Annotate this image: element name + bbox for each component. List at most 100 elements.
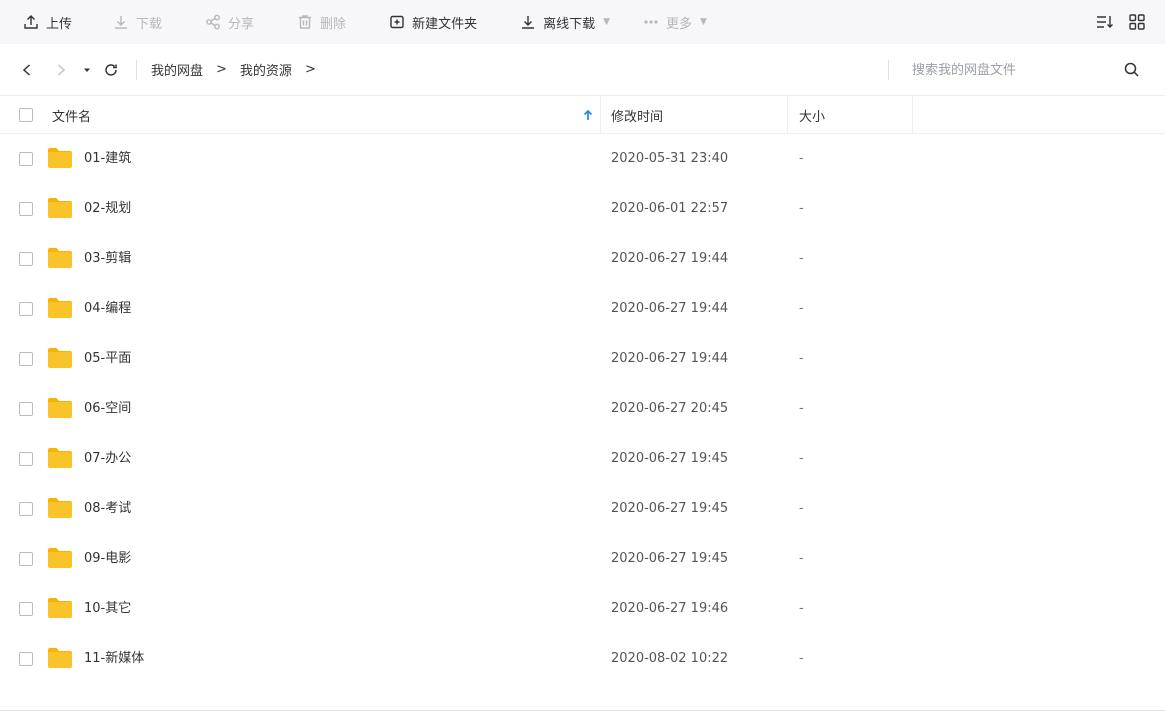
file-name[interactable]: 09-电影 — [84, 550, 131, 568]
more-button[interactable]: 更多 ▼ — [610, 0, 707, 44]
file-modified-time: 2020-06-27 19:45 — [611, 551, 729, 566]
file-size: - — [799, 301, 804, 316]
folder-icon — [47, 347, 73, 369]
upload-label: 上传 — [46, 16, 73, 32]
search-divider — [888, 60, 889, 80]
folder-icon — [47, 397, 73, 419]
row-checkbox[interactable] — [19, 152, 33, 166]
table-row[interactable]: 02-规划 2020-06-01 22:57 - — [0, 184, 1165, 234]
file-name[interactable]: 07-办公 — [84, 450, 131, 468]
file-name[interactable]: 01-建筑 — [84, 150, 131, 168]
table-row[interactable]: 08-考试 2020-06-27 19:45 - — [0, 484, 1165, 534]
breadcrumb-separator: > — [216, 62, 227, 77]
bottom-border — [0, 710, 1165, 711]
grid-view-icon[interactable] — [1127, 12, 1147, 32]
download-label: 下载 — [136, 16, 163, 32]
chevron-left-icon[interactable] — [18, 61, 36, 79]
download-button[interactable]: 下载 — [72, 0, 162, 44]
file-modified-time: 2020-05-31 23:40 — [611, 151, 729, 166]
download-icon — [112, 13, 130, 31]
file-name[interactable]: 02-规划 — [84, 200, 131, 218]
file-modified-time: 2020-06-27 19:45 — [611, 451, 729, 466]
breadcrumb-separator: > — [304, 62, 316, 77]
row-checkbox[interactable] — [19, 352, 33, 366]
folder-icon — [47, 297, 73, 319]
chevron-right-icon[interactable] — [52, 61, 70, 79]
sort-list-icon[interactable] — [1095, 12, 1115, 32]
file-size: - — [799, 651, 804, 666]
search-icon[interactable] — [1123, 61, 1141, 79]
upload-button[interactable]: 上传 — [0, 0, 72, 44]
breadcrumb-my-drive[interactable]: 我的网盘 — [151, 60, 203, 79]
table-row[interactable]: 06-空间 2020-06-27 20:45 - — [0, 384, 1165, 434]
file-size: - — [799, 501, 804, 516]
share-label: 分享 — [228, 16, 255, 32]
folder-icon — [47, 647, 73, 669]
row-checkbox[interactable] — [19, 252, 33, 266]
chevron-down-icon[interactable]: ▼ — [603, 17, 610, 27]
table-row[interactable]: 10-其它 2020-06-27 19:46 - — [0, 584, 1165, 634]
file-modified-time: 2020-06-27 19:46 — [611, 601, 729, 616]
column-header-modified[interactable]: 修改时间 — [611, 96, 663, 134]
share-icon — [204, 13, 222, 31]
upload-icon — [22, 13, 40, 31]
delete-button[interactable]: 删除 — [254, 0, 346, 44]
toolbar: 上传 下载 分享 删除 新建文件夹 离线下载 ▼ 更多 ▼ — [0, 0, 1165, 44]
row-checkbox[interactable] — [19, 452, 33, 466]
row-checkbox[interactable] — [19, 302, 33, 316]
file-name[interactable]: 08-考试 — [84, 500, 131, 518]
folder-icon — [47, 497, 73, 519]
file-name[interactable]: 05-平面 — [84, 350, 131, 368]
file-size: - — [799, 251, 804, 266]
new-folder-icon — [388, 13, 406, 31]
table-row[interactable]: 11-新媒体 2020-08-02 10:22 - — [0, 634, 1165, 684]
folder-icon — [47, 147, 73, 169]
file-name[interactable]: 06-空间 — [84, 400, 131, 418]
table-row[interactable]: 03-剪辑 2020-06-27 19:44 - — [0, 234, 1165, 284]
select-all-checkbox[interactable] — [19, 108, 33, 122]
offline-download-button[interactable]: 离线下载 ▼ — [477, 0, 610, 44]
row-checkbox[interactable] — [19, 552, 33, 566]
table-row[interactable]: 05-平面 2020-06-27 19:44 - — [0, 334, 1165, 384]
file-name[interactable]: 04-编程 — [84, 300, 131, 318]
breadcrumb-my-resources[interactable]: 我的资源 — [240, 60, 292, 79]
row-checkbox[interactable] — [19, 202, 33, 216]
column-header-name[interactable]: 文件名 — [52, 96, 91, 134]
file-size: - — [799, 551, 804, 566]
offline-download-label: 离线下载 — [543, 16, 596, 32]
file-name[interactable]: 11-新媒体 — [84, 650, 144, 668]
caret-down-icon[interactable] — [78, 61, 96, 79]
nav-divider — [136, 59, 137, 80]
row-checkbox[interactable] — [19, 602, 33, 616]
row-checkbox[interactable] — [19, 652, 33, 666]
new-folder-button[interactable]: 新建文件夹 — [346, 0, 477, 44]
new-folder-label: 新建文件夹 — [412, 16, 478, 32]
search-input[interactable] — [904, 56, 1104, 84]
file-size: - — [799, 351, 804, 366]
folder-icon — [47, 597, 73, 619]
view-controls — [1095, 0, 1165, 44]
column-header-size[interactable]: 大小 — [799, 96, 825, 134]
row-checkbox[interactable] — [19, 402, 33, 416]
table-row[interactable]: 04-编程 2020-06-27 19:44 - — [0, 284, 1165, 334]
table-header: 文件名 修改时间 大小 — [0, 96, 1165, 134]
table-row[interactable]: 01-建筑 2020-05-31 23:40 - — [0, 134, 1165, 184]
column-divider — [912, 96, 913, 134]
file-modified-time: 2020-06-27 19:44 — [611, 251, 729, 266]
chevron-down-icon[interactable]: ▼ — [700, 17, 707, 27]
file-name[interactable]: 10-其它 — [84, 600, 131, 618]
refresh-icon[interactable] — [102, 61, 120, 79]
table-row[interactable]: 09-电影 2020-06-27 19:45 - — [0, 534, 1165, 584]
more-label: 更多 — [666, 16, 693, 32]
folder-icon — [47, 547, 73, 569]
trash-icon — [296, 13, 314, 31]
table-row[interactable]: 07-办公 2020-06-27 19:45 - — [0, 434, 1165, 484]
file-name[interactable]: 03-剪辑 — [84, 250, 131, 268]
file-modified-time: 2020-06-27 19:44 — [611, 301, 729, 316]
folder-icon — [47, 447, 73, 469]
file-modified-time: 2020-06-27 19:45 — [611, 501, 729, 516]
row-checkbox[interactable] — [19, 502, 33, 516]
sort-ascending-icon[interactable] — [582, 108, 594, 122]
share-button[interactable]: 分享 — [162, 0, 254, 44]
navigation-bar: 我的网盘 > 我的资源 > — [0, 44, 1165, 96]
